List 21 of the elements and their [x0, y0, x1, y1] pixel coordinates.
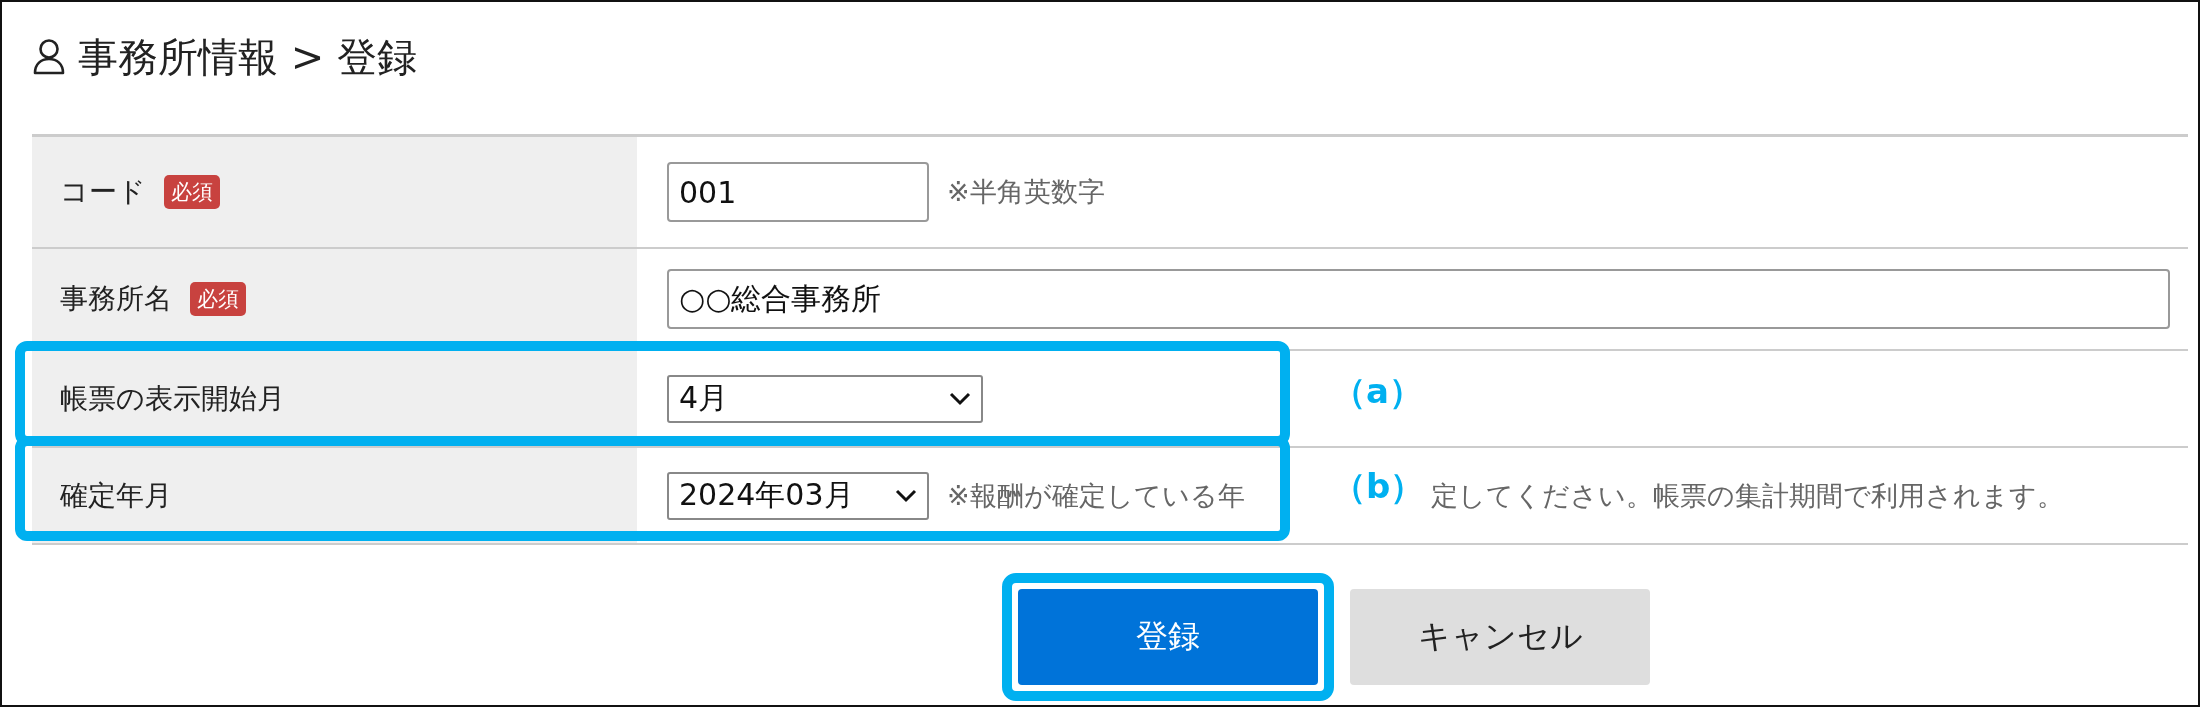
field-label: 事務所名 — [60, 281, 172, 317]
field-label: 帳票の表示開始月 — [60, 380, 285, 417]
field-label: 確定年月 — [60, 477, 172, 514]
chevron-down-icon — [949, 391, 971, 406]
hint-text: ※半角英数字 — [947, 175, 1105, 209]
callout-label: （a） — [1332, 370, 1423, 413]
select-field[interactable]: 4月 — [667, 374, 983, 423]
hint-text: 定してください。帳票の集計期間で利用されます。 — [1430, 478, 2064, 513]
required-badge: 必須 — [190, 282, 246, 316]
person-icon — [32, 38, 66, 76]
select-field[interactable]: 2024年03月 — [667, 471, 929, 520]
hint-text: ※報酬が確定している年 — [947, 478, 1245, 513]
callout-label: （b） — [1332, 465, 1425, 508]
field-label: コード — [60, 174, 146, 210]
required-badge: 必須 — [164, 175, 220, 209]
register-button[interactable]: 登録 — [1018, 589, 1318, 685]
cancel-button[interactable]: キャンセル — [1350, 589, 1650, 685]
text-field[interactable]: 001 — [667, 162, 929, 222]
text-field[interactable]: ○○総合事務所 — [667, 269, 2170, 329]
chevron-down-icon — [895, 488, 917, 503]
page-title: 事務所情報 > 登録 — [78, 32, 417, 82]
